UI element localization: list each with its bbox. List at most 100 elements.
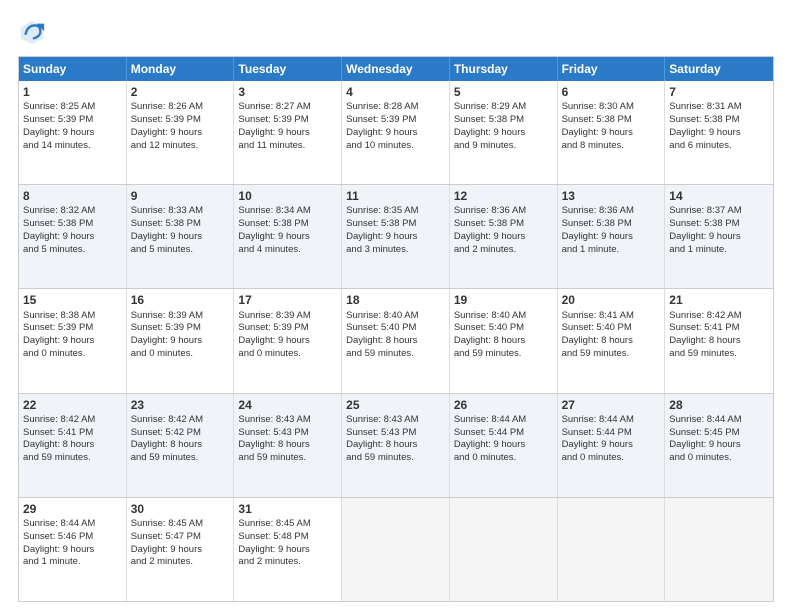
day-number: 14: [669, 188, 769, 204]
day-info-line: Sunrise: 8:42 AM: [669, 310, 769, 323]
calendar-cell: 4Sunrise: 8:28 AMSunset: 5:39 PMDaylight…: [342, 81, 450, 184]
calendar-cell: 14Sunrise: 8:37 AMSunset: 5:38 PMDayligh…: [665, 185, 773, 288]
day-info-line: Sunset: 5:38 PM: [454, 218, 553, 231]
calendar-cell: 3Sunrise: 8:27 AMSunset: 5:39 PMDaylight…: [234, 81, 342, 184]
day-info-line: and 1 minute.: [23, 556, 122, 569]
day-info-line: Sunrise: 8:42 AM: [23, 414, 122, 427]
calendar-body: 1Sunrise: 8:25 AMSunset: 5:39 PMDaylight…: [19, 81, 773, 601]
day-info-line: and 8 minutes.: [562, 140, 661, 153]
calendar-cell: 13Sunrise: 8:36 AMSunset: 5:38 PMDayligh…: [558, 185, 666, 288]
calendar-cell: 8Sunrise: 8:32 AMSunset: 5:38 PMDaylight…: [19, 185, 127, 288]
day-info-line: Daylight: 9 hours: [669, 231, 769, 244]
day-info-line: and 6 minutes.: [669, 140, 769, 153]
calendar-cell: 23Sunrise: 8:42 AMSunset: 5:42 PMDayligh…: [127, 394, 235, 497]
day-info-line: Sunrise: 8:45 AM: [238, 518, 337, 531]
day-info-line: Sunset: 5:40 PM: [562, 322, 661, 335]
day-info-line: Daylight: 9 hours: [454, 127, 553, 140]
day-info-line: Daylight: 9 hours: [238, 335, 337, 348]
day-info-line: Sunrise: 8:31 AM: [669, 101, 769, 114]
empty-cell: [665, 498, 773, 601]
day-number: 22: [23, 397, 122, 413]
calendar: SundayMondayTuesdayWednesdayThursdayFrid…: [18, 56, 774, 602]
calendar-cell: 30Sunrise: 8:45 AMSunset: 5:47 PMDayligh…: [127, 498, 235, 601]
day-info-line: Daylight: 8 hours: [238, 439, 337, 452]
day-info-line: Sunset: 5:38 PM: [562, 114, 661, 127]
day-info-line: and 59 minutes.: [23, 452, 122, 465]
day-info-line: Sunrise: 8:34 AM: [238, 205, 337, 218]
day-info-line: Sunrise: 8:40 AM: [454, 310, 553, 323]
day-number: 30: [131, 501, 230, 517]
day-info-line: Daylight: 9 hours: [454, 439, 553, 452]
day-number: 24: [238, 397, 337, 413]
calendar-cell: 10Sunrise: 8:34 AMSunset: 5:38 PMDayligh…: [234, 185, 342, 288]
day-info-line: Sunrise: 8:36 AM: [562, 205, 661, 218]
day-info-line: Daylight: 8 hours: [23, 439, 122, 452]
calendar-cell: 2Sunrise: 8:26 AMSunset: 5:39 PMDaylight…: [127, 81, 235, 184]
day-number: 7: [669, 84, 769, 100]
day-info-line: Sunrise: 8:32 AM: [23, 205, 122, 218]
day-info-line: and 12 minutes.: [131, 140, 230, 153]
day-info-line: Sunset: 5:44 PM: [562, 427, 661, 440]
day-info-line: Daylight: 9 hours: [131, 544, 230, 557]
day-number: 2: [131, 84, 230, 100]
header: [18, 18, 774, 46]
day-info-line: Sunset: 5:47 PM: [131, 531, 230, 544]
day-info-line: Sunset: 5:40 PM: [346, 322, 445, 335]
day-info-line: Daylight: 9 hours: [23, 231, 122, 244]
day-info-line: Sunset: 5:44 PM: [454, 427, 553, 440]
day-info-line: Daylight: 9 hours: [131, 231, 230, 244]
weekday-header: Monday: [127, 57, 235, 81]
day-number: 3: [238, 84, 337, 100]
day-info-line: Sunset: 5:46 PM: [23, 531, 122, 544]
empty-cell: [450, 498, 558, 601]
day-info-line: and 59 minutes.: [131, 452, 230, 465]
calendar-cell: 25Sunrise: 8:43 AMSunset: 5:43 PMDayligh…: [342, 394, 450, 497]
day-info-line: and 0 minutes.: [238, 348, 337, 361]
day-info-line: Sunset: 5:38 PM: [346, 218, 445, 231]
day-info-line: and 0 minutes.: [669, 452, 769, 465]
day-number: 13: [562, 188, 661, 204]
day-info-line: Sunrise: 8:37 AM: [669, 205, 769, 218]
day-info-line: Sunrise: 8:43 AM: [238, 414, 337, 427]
page: SundayMondayTuesdayWednesdayThursdayFrid…: [0, 0, 792, 612]
day-info-line: Daylight: 8 hours: [454, 335, 553, 348]
day-info-line: Daylight: 9 hours: [454, 231, 553, 244]
calendar-cell: 24Sunrise: 8:43 AMSunset: 5:43 PMDayligh…: [234, 394, 342, 497]
weekday-header: Thursday: [450, 57, 558, 81]
day-info-line: Daylight: 9 hours: [131, 127, 230, 140]
day-info-line: Sunset: 5:39 PM: [23, 322, 122, 335]
day-number: 5: [454, 84, 553, 100]
calendar-cell: 28Sunrise: 8:44 AMSunset: 5:45 PMDayligh…: [665, 394, 773, 497]
day-info-line: Daylight: 9 hours: [238, 231, 337, 244]
day-number: 18: [346, 292, 445, 308]
calendar-cell: 26Sunrise: 8:44 AMSunset: 5:44 PMDayligh…: [450, 394, 558, 497]
day-info-line: Sunrise: 8:36 AM: [454, 205, 553, 218]
day-number: 25: [346, 397, 445, 413]
day-info-line: Sunrise: 8:35 AM: [346, 205, 445, 218]
calendar-cell: 16Sunrise: 8:39 AMSunset: 5:39 PMDayligh…: [127, 289, 235, 392]
day-number: 19: [454, 292, 553, 308]
calendar-cell: 21Sunrise: 8:42 AMSunset: 5:41 PMDayligh…: [665, 289, 773, 392]
day-info-line: Sunset: 5:38 PM: [562, 218, 661, 231]
day-info-line: Sunset: 5:41 PM: [669, 322, 769, 335]
day-number: 23: [131, 397, 230, 413]
day-number: 16: [131, 292, 230, 308]
day-info-line: Sunrise: 8:33 AM: [131, 205, 230, 218]
day-info-line: and 0 minutes.: [454, 452, 553, 465]
day-info-line: and 5 minutes.: [23, 244, 122, 257]
day-number: 15: [23, 292, 122, 308]
calendar-cell: 27Sunrise: 8:44 AMSunset: 5:44 PMDayligh…: [558, 394, 666, 497]
day-info-line: Sunrise: 8:39 AM: [238, 310, 337, 323]
day-number: 29: [23, 501, 122, 517]
day-number: 20: [562, 292, 661, 308]
calendar-cell: 18Sunrise: 8:40 AMSunset: 5:40 PMDayligh…: [342, 289, 450, 392]
weekday-header: Wednesday: [342, 57, 450, 81]
calendar-cell: 20Sunrise: 8:41 AMSunset: 5:40 PMDayligh…: [558, 289, 666, 392]
day-info-line: Daylight: 9 hours: [131, 335, 230, 348]
calendar-row: 15Sunrise: 8:38 AMSunset: 5:39 PMDayligh…: [19, 288, 773, 392]
day-info-line: Sunrise: 8:27 AM: [238, 101, 337, 114]
day-info-line: Sunrise: 8:30 AM: [562, 101, 661, 114]
day-info-line: and 11 minutes.: [238, 140, 337, 153]
calendar-header: SundayMondayTuesdayWednesdayThursdayFrid…: [19, 57, 773, 81]
day-info-line: Daylight: 9 hours: [669, 127, 769, 140]
